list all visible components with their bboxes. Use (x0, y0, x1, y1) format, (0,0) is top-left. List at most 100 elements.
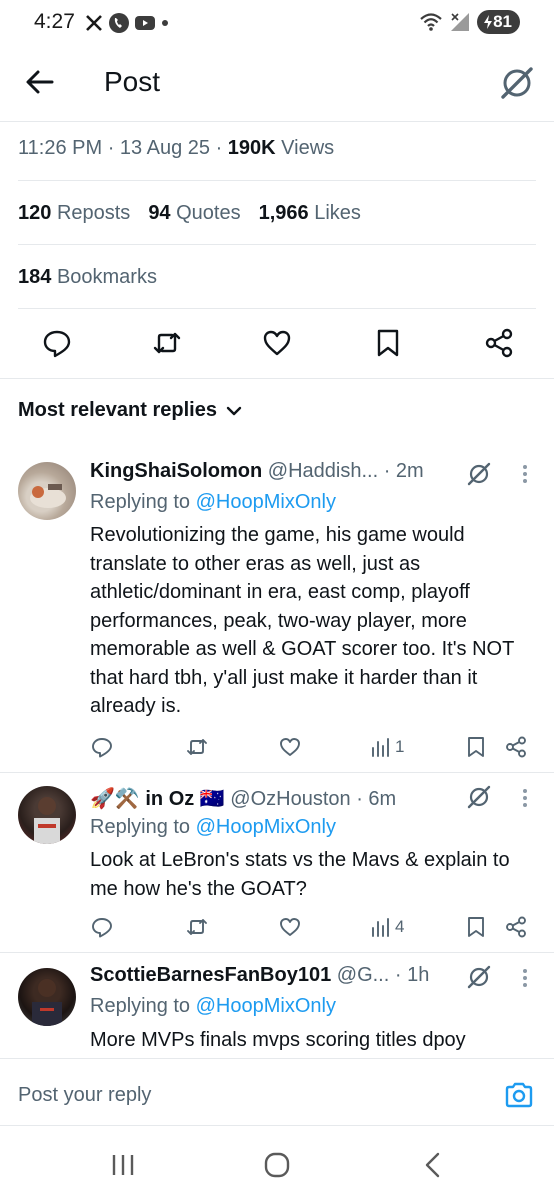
reply-item[interactable]: ScottieBarnesFanBoy101 @G... · 1h Replyi… (0, 954, 554, 1058)
reply-item[interactable]: KingShaiSolomon @Haddish... · 2m Replyin… (0, 450, 554, 770)
mention-link[interactable]: @HoopMixOnly (196, 491, 336, 513)
recent-apps-button[interactable] (108, 1150, 138, 1180)
quotes-stat[interactable]: 94 Quotes (148, 202, 240, 225)
views-button[interactable]: 4 (370, 914, 404, 940)
repost-button[interactable] (150, 326, 184, 360)
replying-to: Replying to @HoopMixOnly (90, 491, 336, 513)
author-handle[interactable]: @G... (337, 964, 390, 986)
reply-actions: 4 (0, 914, 554, 944)
author-name[interactable]: KingShaiSolomon (90, 460, 262, 482)
home-button[interactable] (262, 1150, 292, 1180)
chevron-down-icon (226, 406, 242, 415)
reply-composer: Post your reply (0, 1058, 554, 1126)
like-button[interactable] (278, 734, 302, 760)
post-actions (0, 326, 554, 366)
analytics-icon (372, 738, 389, 757)
reply-button[interactable] (90, 734, 114, 760)
mention-link[interactable]: @HoopMixOnly (196, 816, 336, 838)
author-name[interactable]: ScottieBarnesFanBoy101 (90, 964, 331, 986)
reply-sort-dropdown[interactable]: Most relevant replies (18, 399, 243, 422)
system-icons: 81 (419, 10, 520, 34)
reposts-stat[interactable]: 120 Reposts (18, 202, 130, 225)
author-handle[interactable]: @OzHouston · 6m (230, 788, 396, 810)
page-title: Post (104, 66, 161, 97)
back-chevron-icon (425, 1152, 440, 1178)
reply-text: Look at LeBron's stats vs the Mavs & exp… (90, 849, 510, 900)
avatar[interactable] (18, 968, 76, 1026)
replying-to: Replying to @HoopMixOnly (90, 816, 336, 838)
grok-button[interactable] (466, 784, 492, 810)
reply-icon (92, 918, 112, 938)
app-bar: Post (0, 50, 554, 118)
bookmark-button[interactable] (371, 326, 405, 360)
views-count: 1 (395, 737, 405, 756)
grok-button[interactable] (498, 64, 536, 102)
repost-button[interactable] (185, 914, 209, 940)
views-label[interactable]: Views (281, 137, 334, 159)
avatar[interactable] (18, 462, 76, 520)
share-button[interactable] (504, 914, 528, 940)
camera-button[interactable] (504, 1080, 534, 1110)
recent-apps-icon (112, 1155, 134, 1175)
likes-stat[interactable]: 1,966 Likes (259, 202, 361, 225)
reply-button[interactable] (40, 326, 74, 360)
reply-time: · 1h (394, 964, 430, 986)
reply-text: More MVPs finals mvps scoring titles dpo… (90, 1029, 466, 1051)
heart-icon (263, 330, 291, 356)
reply-icon (43, 330, 71, 358)
author-handle[interactable]: @Haddish... (268, 460, 378, 482)
views-button[interactable]: 1 (370, 734, 404, 760)
reply-time: · 2m (383, 460, 424, 482)
post-meta: 11:26 PM · 13 Aug 25 · 190K Views (18, 137, 335, 159)
back-arrow-icon (26, 70, 54, 94)
replying-to: Replying to @HoopMixOnly (90, 995, 336, 1017)
bookmark-button[interactable] (464, 734, 488, 760)
grok-button[interactable] (466, 964, 492, 990)
repost-button[interactable] (185, 734, 209, 760)
share-button[interactable] (504, 734, 528, 760)
heart-icon (280, 738, 300, 756)
share-button[interactable] (482, 326, 516, 360)
back-button[interactable] (22, 64, 58, 100)
post-stats: 120 Reposts 94 Quotes 1,966 Likes (18, 202, 361, 225)
divider (0, 1058, 554, 1059)
views-count[interactable]: 190K (228, 137, 276, 159)
analytics-icon (372, 918, 389, 937)
divider (18, 308, 536, 309)
divider (18, 244, 536, 245)
bookmark-icon (468, 737, 484, 757)
back-nav-button[interactable] (418, 1150, 448, 1180)
x-logo-icon (86, 15, 102, 31)
mention-link[interactable]: @HoopMixOnly (196, 995, 336, 1017)
bookmark-button[interactable] (464, 914, 488, 940)
author-name[interactable]: 🚀⚒️ in Oz 🇦🇺 (90, 788, 225, 810)
repost-icon (187, 739, 207, 755)
grok-button[interactable] (466, 461, 492, 487)
like-button[interactable] (278, 914, 302, 940)
dot-icon (162, 20, 168, 26)
more-options-button[interactable] (522, 968, 528, 988)
system-nav-bar (0, 1126, 554, 1200)
like-button[interactable] (260, 326, 294, 360)
divider (0, 952, 554, 953)
reply-item[interactable]: 🚀⚒️ in Oz 🇦🇺 @OzHouston · 6m Replying to… (0, 774, 554, 952)
divider (0, 121, 554, 122)
signal-icon (451, 13, 470, 31)
bookmarks-stat[interactable]: 184 Bookmarks (18, 266, 157, 289)
notification-icons (84, 12, 170, 34)
reply-actions: 1 (0, 734, 554, 764)
post-date: 13 Aug 25 (119, 137, 210, 159)
reply-input[interactable]: Post your reply (18, 1084, 151, 1107)
more-options-button[interactable] (522, 788, 528, 808)
bookmark-icon (377, 329, 399, 357)
battery-level: 81 (493, 12, 512, 31)
avatar[interactable] (18, 786, 76, 844)
reply-button[interactable] (90, 914, 114, 940)
bookmark-icon (468, 917, 484, 937)
more-options-button[interactable] (522, 464, 528, 484)
youtube-icon (135, 16, 155, 30)
share-icon (506, 916, 526, 938)
phone-icon (109, 13, 129, 33)
grok-icon (467, 785, 491, 809)
more-vertical-icon (523, 969, 527, 987)
